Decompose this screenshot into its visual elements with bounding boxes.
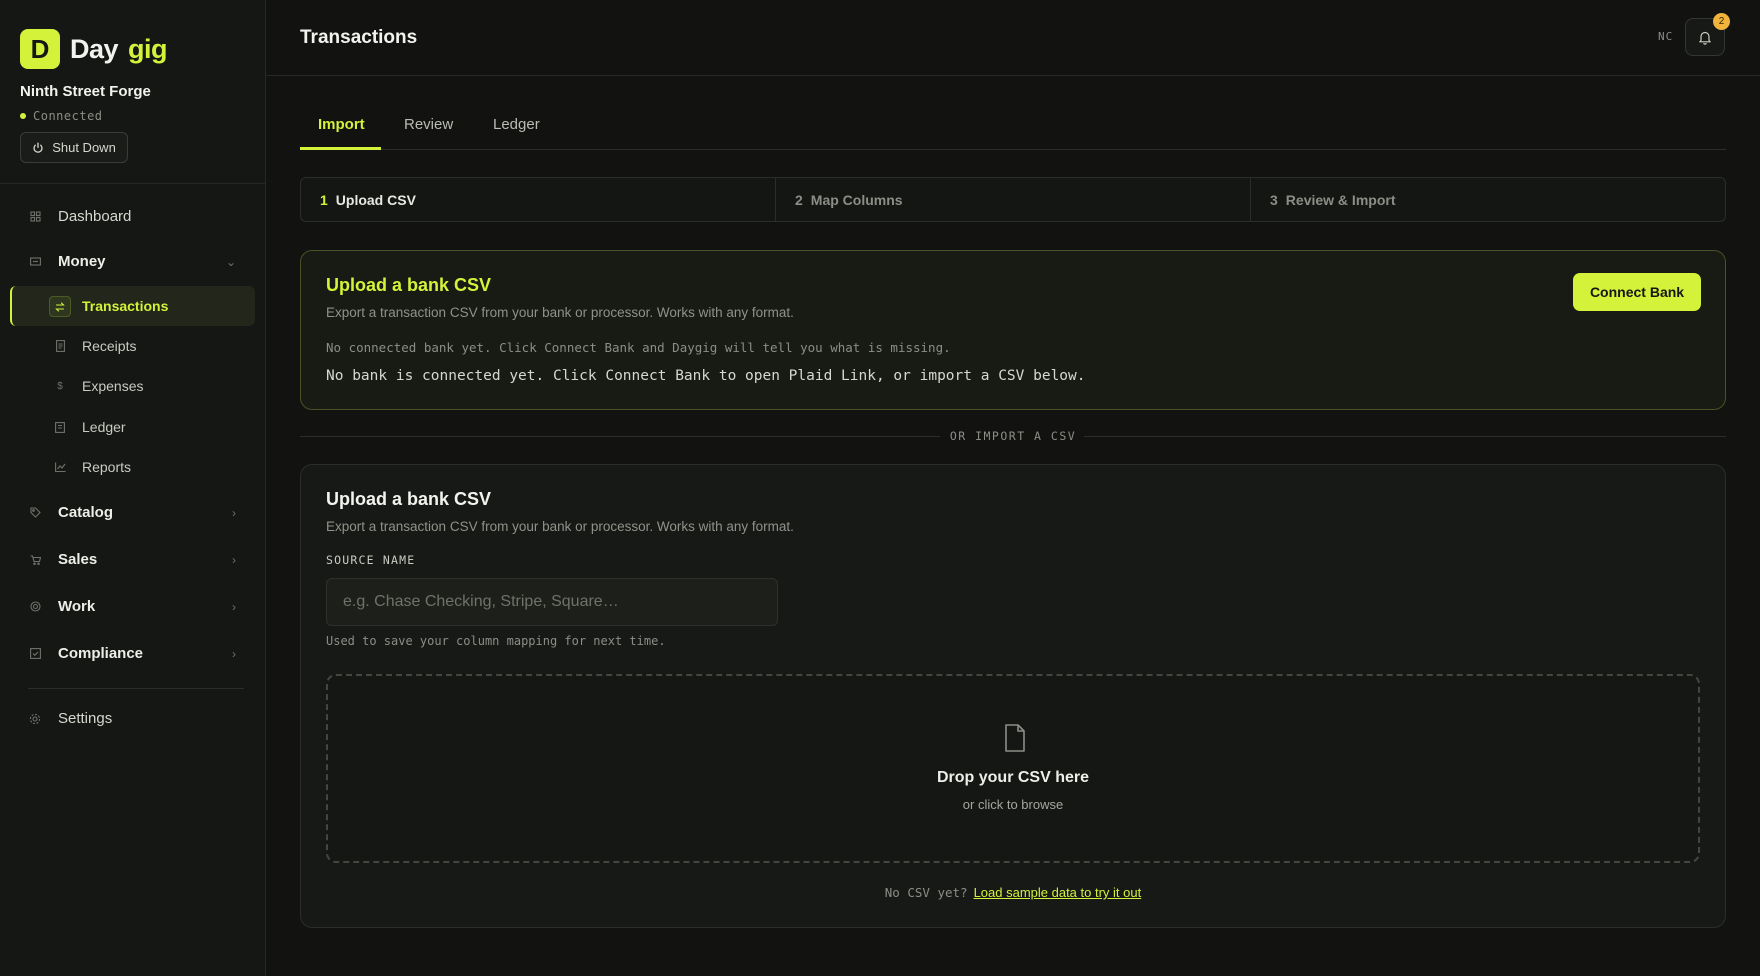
cart-icon [28, 553, 42, 567]
receipt-icon [51, 337, 69, 355]
chevron-down-icon: ⌄ [225, 254, 236, 269]
brand-word-gig: gig [128, 33, 168, 64]
checkbox-icon [28, 647, 42, 661]
sidebar-item-dashboard[interactable]: Dashboard [28, 208, 131, 225]
step-number: 1 [320, 191, 328, 208]
sidebar-item-receipts[interactable]: Receipts [51, 337, 136, 355]
tab-import[interactable]: Import [318, 116, 365, 133]
step-number: 2 [795, 191, 803, 208]
source-name-help: Used to save your column mapping for nex… [326, 634, 666, 648]
load-sample-data-link[interactable]: Load sample data to try it out [974, 885, 1142, 900]
status-dot [20, 113, 26, 119]
step-label: Upload CSV [335, 191, 416, 208]
notification-badge: 2 [1713, 13, 1730, 30]
sidebar-group-label: Money [58, 253, 106, 270]
sidebar-group-work[interactable]: Work › [28, 598, 246, 615]
chevron-right-icon: › [232, 646, 236, 661]
sidebar-group-label: Catalog [58, 504, 114, 521]
dropzone-title: Drop your CSV here [936, 769, 1090, 786]
connect-bank-card: Upload a bank CSV Export a transaction C… [300, 250, 1726, 410]
sidebar-item-ledger[interactable]: Ledger [51, 418, 126, 436]
step-upload-csv[interactable]: 1 Upload CSV [301, 178, 776, 221]
csv-dropzone[interactable]: Drop your CSV here or click to browse [326, 674, 1700, 863]
step-review-import[interactable]: 3 Review & Import [1251, 178, 1725, 221]
source-name-label: SOURCE NAME [326, 553, 416, 567]
sidebar-item-label: Reports [82, 459, 132, 475]
swap-icon [49, 296, 71, 317]
sidebar-divider [28, 688, 244, 689]
sidebar-group-money[interactable]: Money ⌄ [28, 253, 246, 270]
card-description: Export a transaction CSV from your bank … [326, 519, 794, 534]
sidebar-item-label: Dashboard [58, 208, 132, 225]
step-label: Review & Import [1285, 191, 1396, 208]
sample-data-row: No CSV yet? Load sample data to try it ou… [301, 885, 1725, 900]
sidebar-group-label: Sales [58, 551, 98, 568]
active-tab-indicator [300, 147, 381, 150]
dropzone-subtitle: or click to browse [962, 797, 1064, 812]
gear-icon [28, 712, 42, 726]
or-import-divider: OR IMPORT A CSV [949, 429, 1077, 443]
page-title: Transactions [300, 27, 418, 48]
top-bar: Transactions NC 2 [266, 0, 1760, 76]
sidebar-group-label: Work [58, 598, 96, 615]
dollar-icon: $ [57, 380, 63, 392]
tab-bar: Import Review Ledger [300, 100, 1726, 150]
import-stepper: 1 Upload CSV 2 Map Columns 3 Review & Im… [300, 177, 1726, 222]
sidebar-group-label: Compliance [58, 645, 144, 662]
grid-icon [28, 210, 42, 224]
card-description: Export a transaction CSV from your bank … [326, 305, 794, 320]
sidebar: D Day gig Ninth Street Forge Connected S… [0, 0, 266, 976]
tab-ledger[interactable]: Ledger [493, 116, 540, 133]
step-number: 3 [1270, 191, 1278, 208]
user-initials[interactable]: NC [1658, 30, 1673, 43]
power-icon [33, 142, 43, 153]
bank-status-note: No connected bank yet. Click Connect Ban… [326, 340, 951, 355]
sidebar-item-label: Settings [58, 710, 113, 727]
bell-icon [1699, 31, 1711, 45]
sidebar-item-label: Receipts [82, 338, 137, 354]
sidebar-divider [0, 183, 266, 184]
org-name: Ninth Street Forge [20, 83, 151, 100]
sidebar-item-label: Expenses [82, 378, 144, 394]
sidebar-item-label: Ledger [82, 419, 126, 435]
sidebar-item-reports[interactable]: Reports [51, 458, 131, 476]
step-label: Map Columns [810, 191, 903, 208]
sidebar-item-label: Transactions [82, 298, 169, 314]
brand-badge: D [20, 29, 60, 69]
chart-icon [51, 458, 69, 476]
target-icon [28, 600, 42, 614]
file-icon [1005, 724, 1025, 752]
wallet-icon [28, 255, 42, 269]
connect-bank-button[interactable]: Connect Bank [1573, 273, 1701, 311]
sidebar-item-settings[interactable]: Settings [28, 710, 112, 727]
sidebar-group-sales[interactable]: Sales › [28, 551, 246, 568]
connection-status: Connected [20, 109, 103, 123]
sidebar-group-catalog[interactable]: Catalog › [28, 504, 246, 521]
connection-status-label: Connected [33, 109, 103, 123]
book-icon [51, 418, 69, 436]
chevron-right-icon: › [232, 552, 236, 567]
sidebar-item-expenses[interactable]: $ Expenses [51, 377, 143, 395]
sample-prefix: No CSV yet? [884, 885, 968, 900]
tab-review[interactable]: Review [404, 116, 453, 133]
chevron-right-icon: › [232, 599, 236, 614]
card-title: Upload a bank CSV [326, 275, 492, 295]
sidebar-group-compliance[interactable]: Compliance › [28, 645, 246, 662]
step-map-columns[interactable]: 2 Map Columns [776, 178, 1251, 221]
tag-icon [28, 506, 42, 520]
chevron-right-icon: › [232, 505, 236, 520]
upload-csv-card: Upload a bank CSV Export a transaction C… [300, 464, 1726, 928]
source-name-input[interactable] [326, 578, 778, 626]
brand-logo[interactable]: D Day gig [20, 29, 168, 69]
card-title: Upload a bank CSV [326, 489, 492, 509]
shutdown-label: Shut Down [52, 140, 116, 155]
notifications-button[interactable]: 2 [1685, 13, 1730, 56]
bank-status-message: No bank is connected yet. Click Connect … [326, 368, 1086, 384]
shutdown-button[interactable]: Shut Down [20, 132, 128, 163]
brand-word-day: Day [70, 33, 119, 64]
